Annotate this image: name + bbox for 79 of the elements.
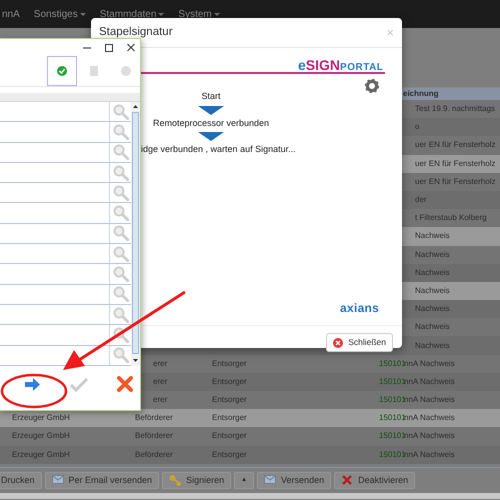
nav-menu-item[interactable]: Sonstiges bbox=[34, 7, 86, 22]
table-cell: Beförderer bbox=[135, 431, 173, 440]
close-icon bbox=[341, 474, 354, 486]
table-cell: Test 19.9. nachmittags bbox=[415, 103, 496, 116]
table-cell: Beförderer bbox=[135, 413, 173, 422]
toolbar-button[interactable]: Signieren bbox=[162, 472, 232, 489]
close-icon bbox=[117, 376, 133, 392]
close-icon bbox=[333, 338, 344, 348]
table-cell: Erzeuger GmbH bbox=[12, 413, 70, 422]
table-cell: der bbox=[415, 194, 427, 206]
table-cell: Nachweis bbox=[415, 284, 450, 297]
table-cell: Entsorger bbox=[212, 395, 247, 404]
close-button[interactable] bbox=[125, 41, 137, 54]
circle-icon bbox=[121, 66, 131, 76]
table-cell: uer EN für Fensterholz bbox=[415, 139, 496, 152]
table-cell: nnA Nachweis bbox=[404, 376, 455, 388]
table-cell: Entsorger bbox=[212, 450, 247, 459]
table-cell: nnA Nachweis bbox=[404, 412, 455, 424]
table-cell: 150101 bbox=[379, 431, 406, 440]
toolbar-button[interactable]: Per Email versenden bbox=[44, 472, 160, 489]
table-cell: Erzeuger GmbH bbox=[12, 450, 70, 459]
table-cell: Entsorger bbox=[212, 358, 247, 368]
status-step: idge verbunden , warten auf Signatur... bbox=[141, 143, 296, 156]
table-cell: nnA Nachweis bbox=[404, 430, 455, 442]
nav-menu-item[interactable]: nnA bbox=[2, 7, 20, 22]
table-cell: erer bbox=[153, 395, 168, 404]
toolbar-button[interactable]: Drucken bbox=[0, 472, 42, 489]
table-cell: Entsorger bbox=[212, 413, 247, 422]
key-icon bbox=[169, 474, 182, 486]
table-cell: Erzeuger GmbH bbox=[12, 431, 70, 440]
table-cell: Nachweis bbox=[415, 340, 450, 352]
column-header: eichnung bbox=[403, 88, 439, 100]
arrow-right-icon bbox=[24, 376, 42, 392]
document-icon bbox=[89, 66, 99, 76]
envelope-icon bbox=[52, 474, 64, 486]
table-cell: 150101 bbox=[379, 358, 406, 368]
scroll-down-icon bbox=[132, 357, 139, 364]
maximize-button[interactable] bbox=[103, 41, 115, 54]
settings-icon[interactable] bbox=[365, 78, 379, 93]
table-cell: nnA Nachweis bbox=[404, 394, 455, 406]
envelope-icon bbox=[264, 474, 276, 486]
table-cell: nnA Nachweis bbox=[404, 358, 455, 370]
toolbar-button[interactable]: Deaktivieren bbox=[334, 472, 416, 489]
table-cell: uer EN für Fensterholz bbox=[415, 176, 496, 188]
brand-logo: eSIGNPORTAL bbox=[298, 56, 384, 75]
maximize-icon bbox=[105, 43, 113, 52]
table-cell: 150101 bbox=[379, 450, 406, 459]
caret-icon bbox=[80, 13, 86, 16]
down-arrow-icon bbox=[198, 132, 224, 141]
search-icon[interactable] bbox=[112, 326, 128, 343]
table-cell: Nachweis bbox=[415, 321, 450, 334]
scrollbar[interactable] bbox=[131, 102, 140, 366]
table-cell: nnA Nachweis bbox=[404, 448, 455, 461]
table-cell: Entsorger bbox=[212, 431, 247, 440]
table-cell: erer bbox=[153, 358, 168, 368]
table-cell: Nachweis bbox=[415, 230, 450, 242]
highlight-ellipse bbox=[0, 372, 68, 410]
close-button[interactable]: Schließen bbox=[326, 333, 393, 352]
check-icon bbox=[70, 376, 88, 392]
status-step: Start bbox=[201, 90, 220, 104]
table-cell: Nachweis bbox=[415, 266, 450, 279]
table-cell: 150101 bbox=[379, 376, 406, 386]
table-cell: Beförderer bbox=[135, 450, 173, 459]
table-cell: Nachweis bbox=[415, 303, 450, 316]
footer-logo: axians bbox=[340, 300, 380, 317]
table-cell: uer EN für Fensterholz bbox=[415, 158, 496, 170]
modal-title: Stapelsignatur bbox=[99, 24, 173, 40]
toolbar-button[interactable]: Versenden bbox=[257, 472, 332, 489]
check-icon bbox=[57, 66, 67, 76]
table-cell: Entsorger bbox=[212, 376, 247, 386]
table-cell: 150101 bbox=[379, 413, 406, 422]
table-cell: o bbox=[415, 121, 420, 134]
table-cell: t Filterstaub Kolberg bbox=[415, 212, 487, 224]
down-arrow-icon bbox=[198, 106, 224, 114]
status-step: Remoteprocessor verbunden bbox=[152, 116, 270, 130]
table-cell: Nachweis bbox=[415, 248, 450, 261]
table-cell: erer bbox=[153, 376, 168, 386]
close-icon bbox=[127, 43, 135, 52]
table-cell: 150101 bbox=[379, 395, 406, 404]
